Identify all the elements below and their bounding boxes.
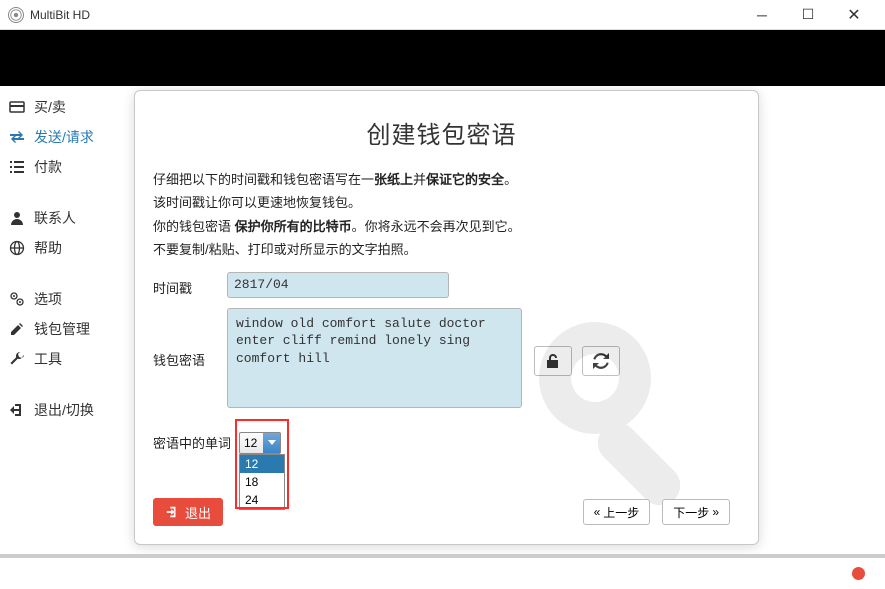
sidebar-item-buy-sell[interactable]: 买/卖 [8, 92, 130, 122]
connection-status-indicator [852, 567, 865, 580]
exit-button[interactable]: 退出 [153, 498, 223, 526]
seed-phrase-box[interactable] [227, 308, 522, 408]
app-icon [8, 7, 24, 23]
next-button[interactable]: 下一步 » [662, 499, 730, 525]
gears-icon [8, 291, 26, 307]
user-icon [8, 210, 26, 226]
seed-label: 钱包密语 [153, 308, 215, 369]
card-icon [8, 99, 26, 115]
status-bar [0, 554, 885, 589]
wordcount-option-12[interactable]: 12 [240, 455, 284, 473]
dialog-title: 创建钱包密语 [153, 115, 730, 150]
signout-icon [8, 402, 26, 418]
sidebar-item-payments[interactable]: 付款 [8, 152, 130, 182]
toggle-visibility-button[interactable] [534, 346, 572, 376]
window-minimize-button[interactable]: ─ [739, 0, 785, 30]
sidebar-item-tools[interactable]: 工具 [8, 344, 130, 374]
window-maximize-button[interactable]: ☐ [785, 0, 831, 30]
timestamp-label: 时间戳 [153, 272, 215, 297]
wrench-icon [8, 351, 26, 367]
sidebar-item-options[interactable]: 选项 [8, 284, 130, 314]
edit-icon [8, 321, 26, 337]
app-banner [0, 30, 885, 86]
sidebar-item-label: 工具 [34, 349, 62, 369]
wordcount-select[interactable]: 12 [239, 432, 281, 454]
prev-button[interactable]: « 上一步 [583, 499, 651, 525]
sidebar-item-label: 联系人 [34, 208, 76, 228]
sidebar-item-label: 付款 [34, 157, 62, 177]
list-icon [8, 159, 26, 175]
transfer-icon [8, 129, 26, 145]
create-wallet-seed-dialog: 创建钱包密语 仔细把以下的时间戳和钱包密语写在一张纸上并保证它的安全。 该时间戳… [134, 90, 759, 545]
chevron-down-icon [263, 433, 280, 453]
sidebar-item-send-request[interactable]: 发送/请求 [8, 122, 130, 152]
sidebar-item-label: 买/卖 [34, 97, 66, 117]
sidebar-item-label: 退出/切换 [34, 400, 94, 420]
wordcount-label: 密语中的单词 [153, 433, 235, 452]
window-titlebar: MultiBit HD ─ ☐ ✕ [0, 0, 885, 30]
wordcount-option-18[interactable]: 18 [240, 473, 284, 491]
sidebar-item-exit-switch[interactable]: 退出/切换 [8, 395, 130, 425]
sidebar-item-contacts[interactable]: 联系人 [8, 203, 130, 233]
sidebar-item-label: 选项 [34, 289, 62, 309]
globe-icon [8, 240, 26, 256]
signout-icon [165, 505, 179, 519]
window-close-button[interactable]: ✕ [831, 0, 877, 30]
chevron-left-icon: « [594, 505, 601, 519]
sidebar-item-help[interactable]: 帮助 [8, 233, 130, 263]
refresh-icon [593, 353, 609, 369]
regenerate-seed-button[interactable] [582, 346, 620, 376]
sidebar-item-label: 帮助 [34, 238, 62, 258]
unlock-icon [545, 353, 561, 369]
sidebar: 买/卖 发送/请求 付款 联系人 帮助 选项 钱包管理 工 [0, 86, 130, 554]
sidebar-item-wallet-manage[interactable]: 钱包管理 [8, 314, 130, 344]
sidebar-item-label: 钱包管理 [34, 319, 90, 339]
chevron-right-icon: » [712, 505, 719, 519]
sidebar-item-label: 发送/请求 [34, 127, 94, 147]
timestamp-input[interactable] [227, 272, 449, 298]
dialog-instructions: 仔细把以下的时间戳和钱包密语写在一张纸上并保证它的安全。 该时间戳让你可以更速地… [153, 168, 730, 262]
window-title: MultiBit HD [30, 8, 90, 22]
